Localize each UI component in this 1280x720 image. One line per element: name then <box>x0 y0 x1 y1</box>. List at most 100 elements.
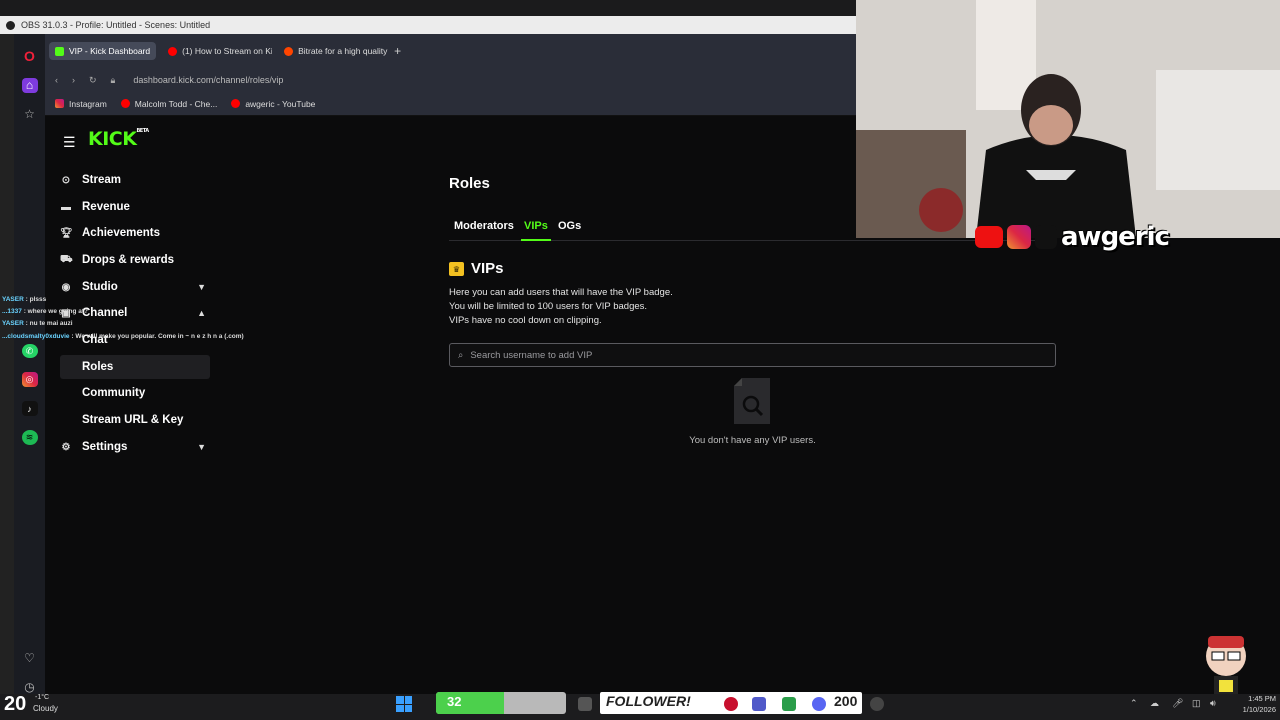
tab-label: VIP - Kick Dashboard <box>69 46 151 56</box>
logo-beta: BETA <box>136 128 149 134</box>
chevron-up-icon[interactable]: ⌃ <box>1130 698 1138 709</box>
tab-moderators[interactable]: Moderators <box>454 220 514 232</box>
file-explorer-icon[interactable] <box>578 697 592 711</box>
youtube-icon <box>120 99 130 108</box>
teams-icon[interactable] <box>752 697 766 711</box>
sidebar-sub-stream-url[interactable]: Stream URL & Key <box>82 414 183 426</box>
sidebar-item-revenue[interactable]: ▬ Revenue <box>60 196 210 218</box>
tab-ogs[interactable]: OGs <box>558 220 581 232</box>
tiktok-icon[interactable]: ♪ <box>21 401 38 417</box>
windows-start-icon[interactable] <box>396 696 412 712</box>
browser-tab-bar: VIP - Kick Dashboard (1) How to Stream o… <box>45 34 856 68</box>
heart-icon[interactable]: ♡ <box>22 650 38 665</box>
chat-user: ...1337 <box>2 308 22 315</box>
tab-label: Bitrate for a high quality st <box>298 46 389 56</box>
logo-text: KICK <box>88 128 137 150</box>
youtube-icon <box>975 226 1003 248</box>
new-tab-button[interactable]: + <box>394 44 401 58</box>
whatsapp-icon[interactable]: ✆ <box>21 343 38 359</box>
bookmark-instagram[interactable]: Instagram <box>55 99 107 109</box>
top-strip <box>0 0 856 16</box>
webcam-feed <box>856 0 1280 238</box>
spotify-icon[interactable]: ≋ <box>21 430 38 446</box>
forward-icon[interactable]: › <box>72 75 75 85</box>
bookmark-awgeric[interactable]: awgeric - YouTube <box>231 99 315 109</box>
discord-icon[interactable] <box>812 697 826 711</box>
chevron-up-icon: ▲ <box>197 308 206 318</box>
kick-icon <box>55 46 64 56</box>
stream-icon: ⊙ <box>61 174 71 186</box>
reddit-icon <box>284 46 294 56</box>
sidebar-item-label: Achievements <box>82 227 160 239</box>
chevron-down-icon: ▼ <box>197 442 206 452</box>
home-icon[interactable]: ⌂ <box>21 78 38 93</box>
sidebar-sub-roles[interactable]: Roles <box>82 361 113 373</box>
search-placeholder: Search username to add VIP <box>470 349 593 361</box>
weather-temp: -1°C <box>35 694 50 701</box>
network-icon[interactable]: ☁ <box>1150 698 1159 709</box>
browser-tab-reddit[interactable]: Bitrate for a high quality st <box>278 42 388 60</box>
sidebar-item-settings[interactable]: ⚙ Settings ▼ <box>60 436 210 458</box>
crown-icon: ♛ <box>449 262 464 276</box>
menu-icon[interactable]: ☰ <box>63 134 76 151</box>
section-title: VIPs <box>471 260 504 277</box>
url-field[interactable]: dashboard.kick.com/channel/roles/vip <box>133 75 283 85</box>
tab-vips[interactable]: VIPs <box>524 220 548 232</box>
chevron-down-icon: ▼ <box>197 282 206 292</box>
webcam-channel-label: awgeric <box>975 222 1170 252</box>
chat-user: YASER <box>2 320 24 327</box>
goal-count: 32 <box>447 694 462 709</box>
sidebar-item-stream[interactable]: ⊙ Stream <box>60 169 210 191</box>
instagram-icon <box>1007 225 1031 249</box>
youtube-icon <box>231 99 241 108</box>
search-vip-input[interactable]: ⌕ Search username to add VIP <box>449 343 1056 367</box>
chat-user: ...cloudsmalty0xduvie <box>2 333 70 340</box>
sidebar-item-achievements[interactable]: 🏆︎ Achievements <box>60 222 210 244</box>
active-tab-indicator <box>521 239 551 241</box>
empty-document-icon <box>734 378 770 424</box>
sidebar-item-label: Channel <box>82 307 128 319</box>
chat-message: YASER : plsss <box>2 296 46 303</box>
clock-date[interactable]: 1/10/2026 <box>1222 705 1276 714</box>
history-icon[interactable]: ◷ <box>22 679 38 694</box>
sidebar-item-drops[interactable]: ⛟ Drops & rewards <box>60 249 210 271</box>
page-title: Roles <box>449 175 490 192</box>
desktop-edge <box>0 34 14 694</box>
bookmark-icon[interactable]: ☆ <box>22 107 38 122</box>
webcam-image <box>856 0 1280 238</box>
sidebar-item-studio[interactable]: ◉ Studio ▼ <box>60 276 210 298</box>
wifi-icon[interactable]: ◫ <box>1192 698 1201 709</box>
bookmark-label: Instagram <box>69 98 107 109</box>
reload-icon[interactable]: ↻ <box>89 75 97 86</box>
bookmarks-bar: Instagram Malcolm Todd - Che... awgeric … <box>45 92 856 116</box>
mic-icon[interactable]: 🎤︎ <box>1172 698 1183 709</box>
obs-icon <box>6 20 15 30</box>
obs-title: OBS 31.0.3 - Profile: Untitled - Scenes:… <box>21 20 211 30</box>
volume-icon[interactable]: 🔊︎ <box>1210 698 1216 709</box>
follower-label: FOLLOWER! <box>606 693 691 709</box>
browser-tab-kick[interactable]: VIP - Kick Dashboard <box>49 42 157 60</box>
sidebar-item-label: Drops & rewards <box>82 254 175 266</box>
obs-title-bar: OBS 31.0.3 - Profile: Untitled - Scenes:… <box>0 16 856 34</box>
clock-time[interactable]: 1:45 PM <box>1230 694 1276 703</box>
opera-icon[interactable]: O <box>22 48 38 64</box>
kick-logo[interactable]: KICKBETA <box>88 128 149 150</box>
bookmark-label: awgeric - YouTube <box>245 98 316 109</box>
app-icon[interactable] <box>782 697 796 711</box>
back-icon[interactable]: ‹ <box>55 75 58 85</box>
bookmark-malcolm[interactable]: Malcolm Todd - Che... <box>120 99 217 109</box>
sidebar-sub-community[interactable]: Community <box>82 387 145 399</box>
chat-text: : where we going at? <box>23 308 88 315</box>
instagram-icon[interactable]: ◎ <box>21 372 38 388</box>
search-icon: ⌕ <box>458 349 464 361</box>
chat-message: YASER : nu te mai auzi <box>2 320 73 327</box>
browser-tab-youtube[interactable]: (1) How to Stream on Kick <box>162 42 272 60</box>
description-line: Here you can add users that will have th… <box>449 287 673 298</box>
instagram-icon <box>55 99 64 108</box>
sidebar-item-label: Revenue <box>82 201 130 213</box>
revenue-icon: ▬ <box>61 201 71 213</box>
chat-user: YASER <box>2 296 24 303</box>
weather-widget-number[interactable]: 20 <box>4 693 26 716</box>
opera-taskbar-icon[interactable] <box>724 697 738 711</box>
obs-taskbar-icon[interactable] <box>870 697 884 711</box>
